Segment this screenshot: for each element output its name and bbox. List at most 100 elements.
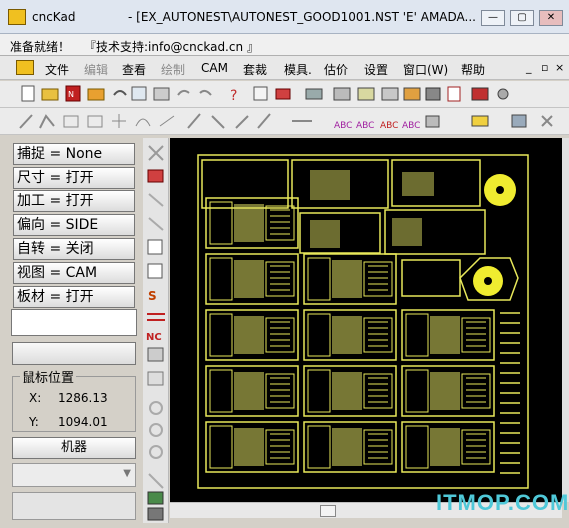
tool-icon-e [403,87,421,101]
cross-tool-icon [112,114,126,128]
dimension-button[interactable]: 尺寸 = 打开 [13,167,135,189]
rotation-button[interactable]: 自转 = 关闭 [13,238,135,260]
chevron-down-icon: ▼ [123,468,131,479]
preview-icon [147,239,163,255]
undo-arrow-icon [177,89,190,96]
vertical-toolbar-icons: S NC [146,145,165,521]
drawing-toolbar: ABC ABC ABC ABC [0,108,569,135]
drawing-toolbar-icons: ABC ABC ABC ABC [19,113,553,131]
grid-tool-icon [425,115,440,128]
arc-tool-icon [135,118,151,127]
machine-select[interactable]: ▼ [12,463,136,487]
nc-code-icon: NC [146,332,162,343]
standard-toolbar-icons: N ? [21,85,509,104]
measure-tool-icon [159,115,175,127]
x-value: 1286.13 [58,391,108,405]
sort-icon: S [148,289,157,303]
menu-estimate[interactable]: 估价 [324,61,348,78]
info-box [11,309,137,336]
copy-part-icon [148,217,164,231]
vertical-toolbar: S NC [143,138,169,523]
tool-icon-a [305,88,323,100]
rect-tool-icon [63,115,79,128]
snap-tool-icon [541,115,553,127]
circle-tool-icon [149,445,163,459]
svg-text:ABC: ABC [334,121,352,131]
line-tool-icon [19,114,33,129]
y-value: 1094.01 [58,415,108,429]
print-icon [153,87,170,101]
top-part-1 [201,159,289,209]
support-info: 『技术支持:info@cnckad.cn 』 [84,40,259,54]
menu-nesting[interactable]: 套裁 [243,61,267,78]
polyline-tool-icon [39,114,55,129]
menu-edit[interactable]: 编辑 [84,61,108,78]
svg-text:ABC: ABC [380,121,398,131]
open-folder-icon [41,88,59,101]
menu-file[interactable]: 文件 [45,61,69,78]
pen-icon [471,87,489,101]
nc-file-icon: N [65,85,81,102]
offset-button[interactable]: 偏向 = SIDE [13,214,135,236]
menu-cam[interactable]: CAM [201,61,228,75]
layer-tool-icon [511,114,527,128]
tool-icon-d [381,87,399,101]
help-cursor-icon: ? [230,88,237,104]
arrow-tool-icon [148,473,164,489]
svg-text:ABC: ABC [402,121,420,131]
view-button[interactable]: 视图 = CAM [13,262,135,284]
move-part-icon [148,193,164,207]
redo-arrow-icon [199,89,212,96]
menu-draw[interactable]: 绘制 [161,61,185,78]
cut-tool-icon [187,113,201,129]
title-bar: cncKad - [EX_AUTONEST\AUTONEST_GOOD1001.… [0,0,569,34]
machining-button[interactable]: 加工 = 打开 [13,190,135,212]
sheet-icon [147,491,164,505]
check-icon [253,86,268,101]
drawing-canvas[interactable] [170,138,562,502]
menu-settings[interactable]: 设置 [364,61,388,78]
empty-panel [12,492,136,520]
document-icon[interactable] [16,60,34,75]
mdi-minimize-button[interactable]: _ [526,61,532,74]
abc-tool-d-icon: ABC [402,121,420,131]
app-name: cncKad [32,10,76,24]
abc-tool-b-icon: ABC [356,121,374,131]
x-label: X: [29,391,42,405]
vertical-scrollbar[interactable] [562,138,569,502]
extend-tool-icon [235,115,249,129]
hammer-icon [425,87,441,101]
status-line: 准备就绪！ 『技术支持:info@cnckad.cn 』 [0,34,569,56]
knife-tool-icon [257,113,271,129]
ready-status: 准备就绪！ [10,40,71,54]
sheet-button[interactable]: 板材 = 打开 [13,286,135,308]
arrow-tool-icon [471,115,489,127]
box-tool-icon [87,115,103,128]
tool-icon-b [333,87,351,101]
report-icon [447,86,461,102]
standard-toolbar: N ? [0,81,569,108]
scroll-thumb[interactable] [320,505,336,517]
gear-icon [149,401,163,415]
erase-icon [275,88,291,100]
document-title: - [EX_AUTONEST\AUTONEST_GOOD1001.NST 'E'… [128,10,476,24]
menu-help[interactable]: 帮助 [461,61,485,78]
close-button[interactable]: ✕ [539,10,563,26]
abc-tool-c-icon: ABC [380,121,398,131]
snap-button[interactable]: 捕捉 = None [13,143,135,165]
blank-button[interactable] [12,342,136,365]
y-label: Y: [29,415,39,429]
app-logo-icon [8,9,26,25]
menu-view[interactable]: 查看 [122,61,146,78]
minimize-button[interactable]: — [481,10,505,26]
mdi-restore-button[interactable]: ▫ [541,61,548,74]
menu-tools[interactable]: 模具. [284,61,312,78]
cut-part-icon [147,169,164,183]
watermark: ITMOP.COM [436,490,569,515]
rotate-icon [149,423,163,437]
mdi-close-button[interactable]: × [555,61,564,74]
svg-text:N: N [68,90,74,99]
menu-window[interactable]: 窗口(W) [403,61,448,78]
maximize-button[interactable]: ▢ [510,10,534,26]
machine-button[interactable]: 机器 [12,437,136,459]
